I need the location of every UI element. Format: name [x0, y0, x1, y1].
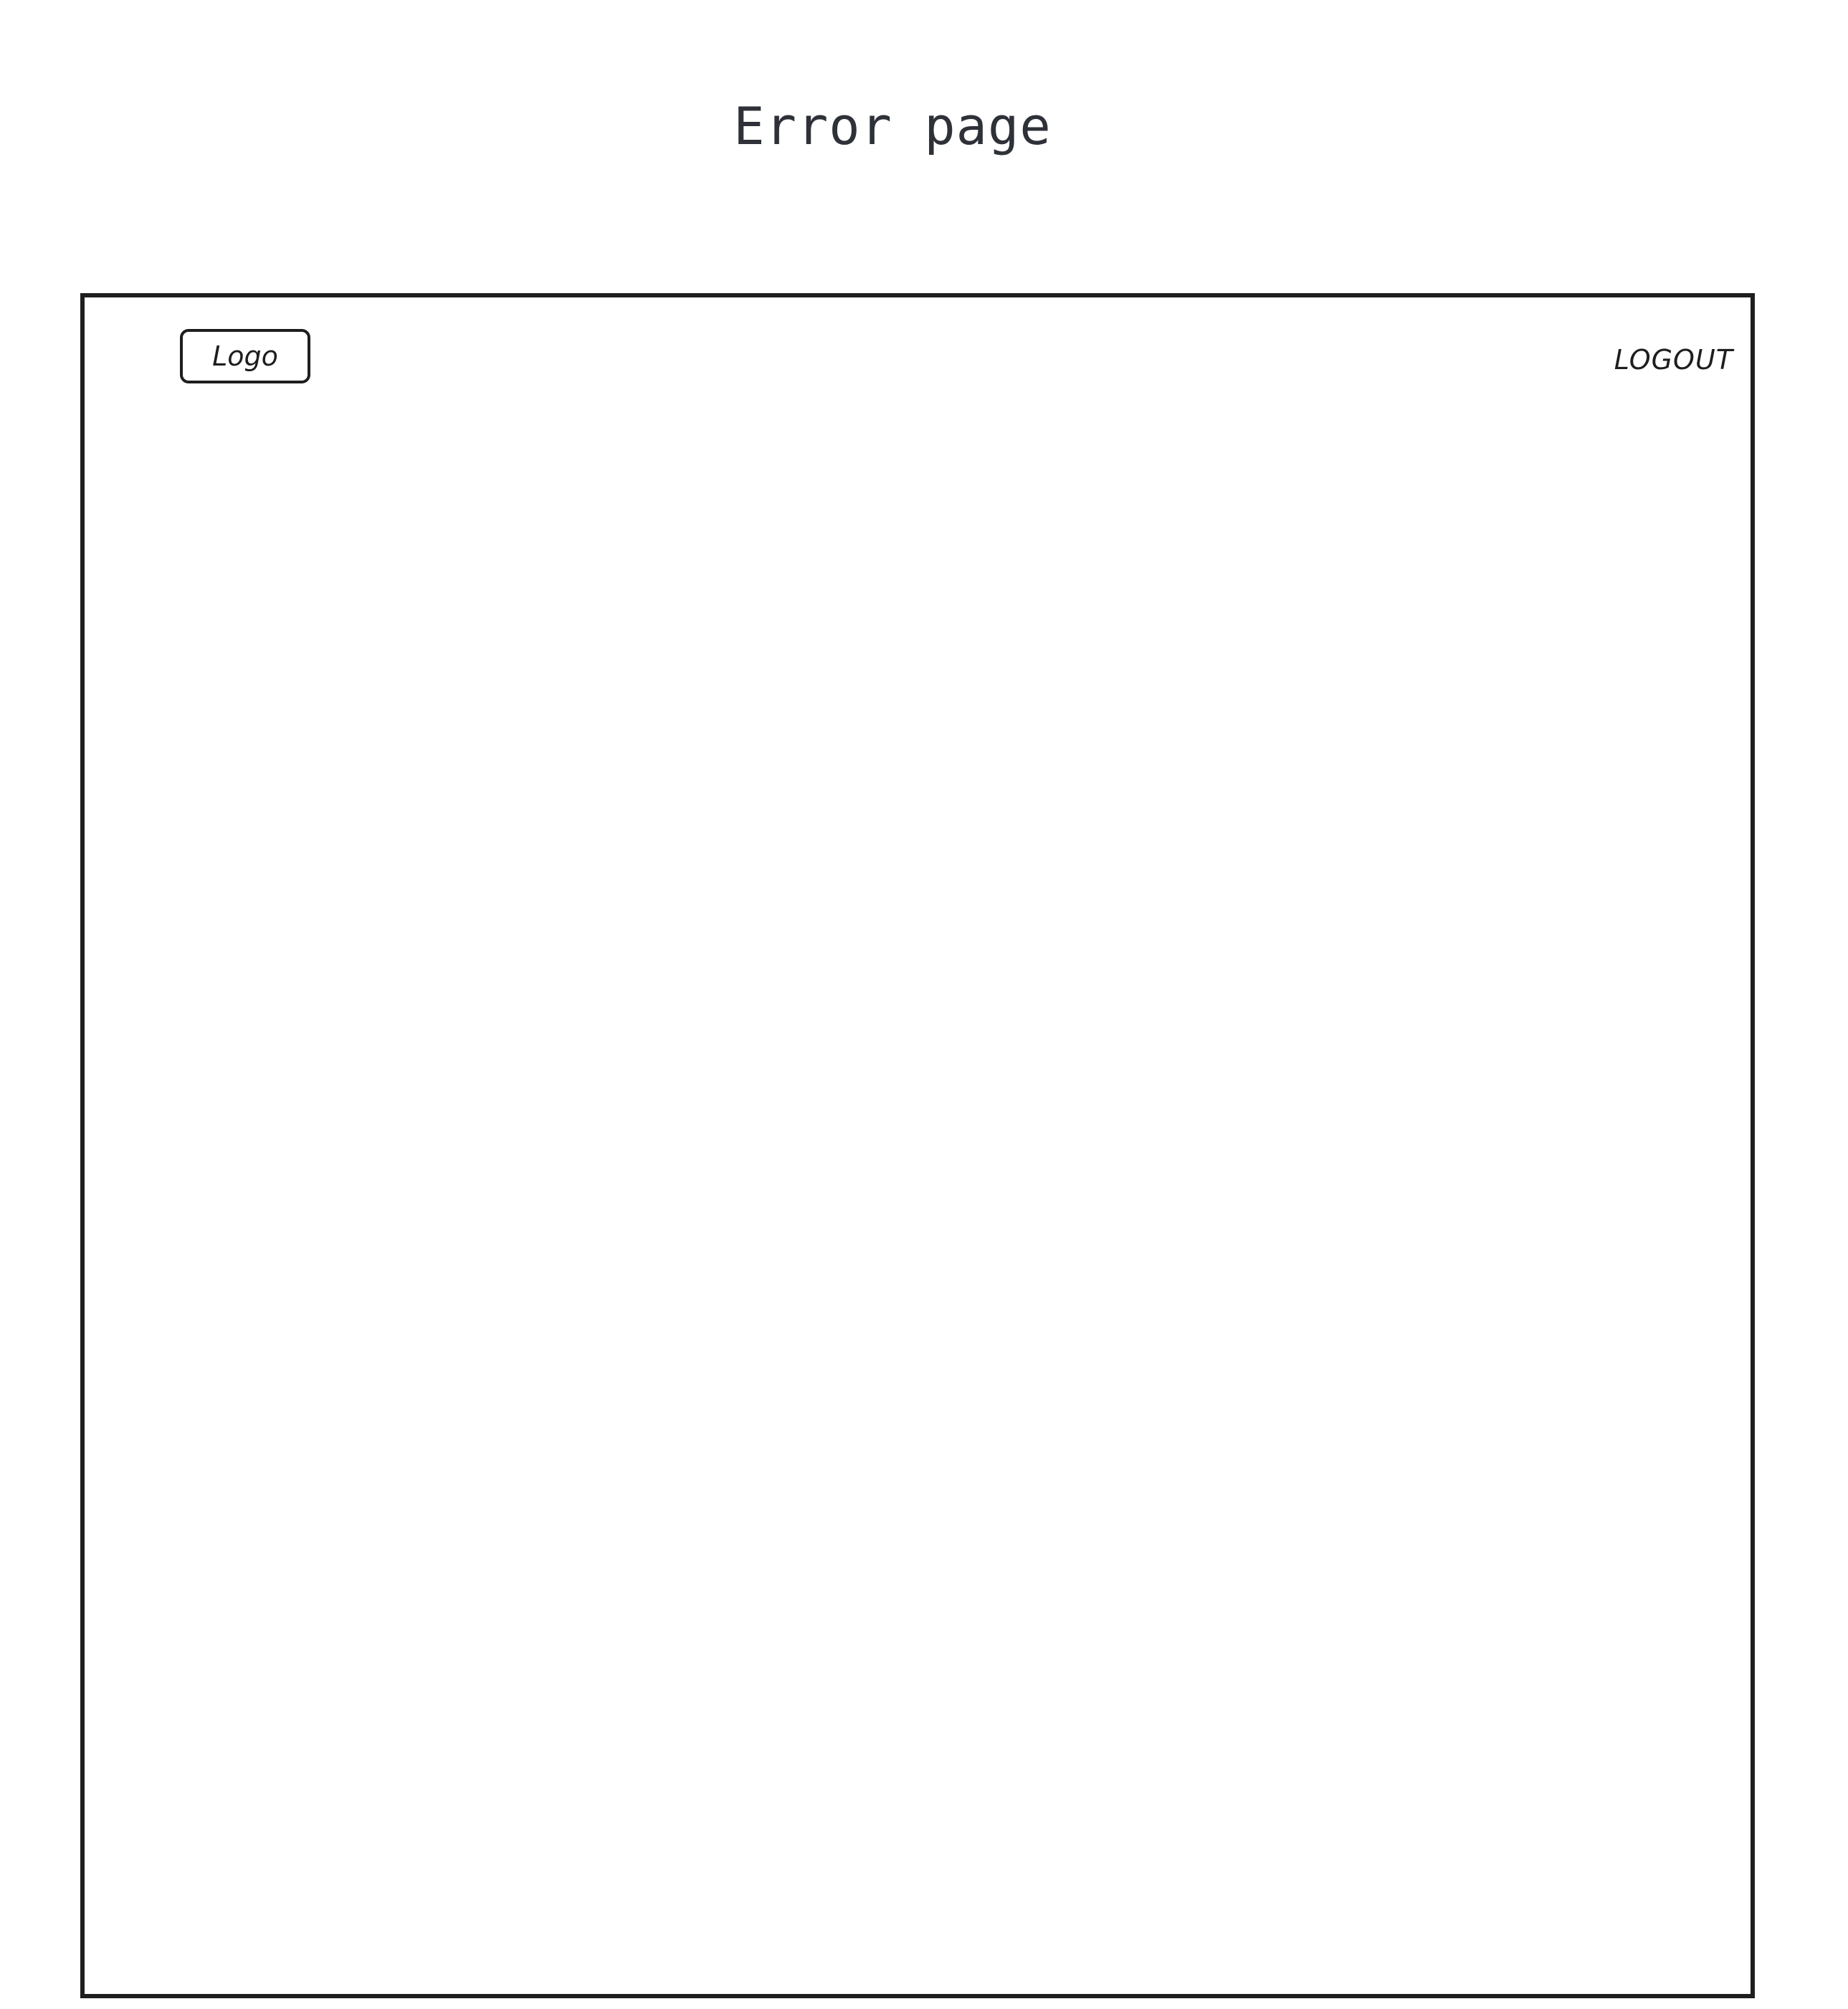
logout-link[interactable]: LOGOUT: [1590, 340, 1733, 380]
logo-label: Logo: [212, 340, 278, 372]
app-frame: [80, 293, 1755, 1998]
page-title: Error page: [733, 96, 1052, 156]
logo[interactable]: Logo: [180, 329, 310, 383]
wireframe-canvas: Error page Logo LOGOUT: [0, 0, 1848, 2009]
